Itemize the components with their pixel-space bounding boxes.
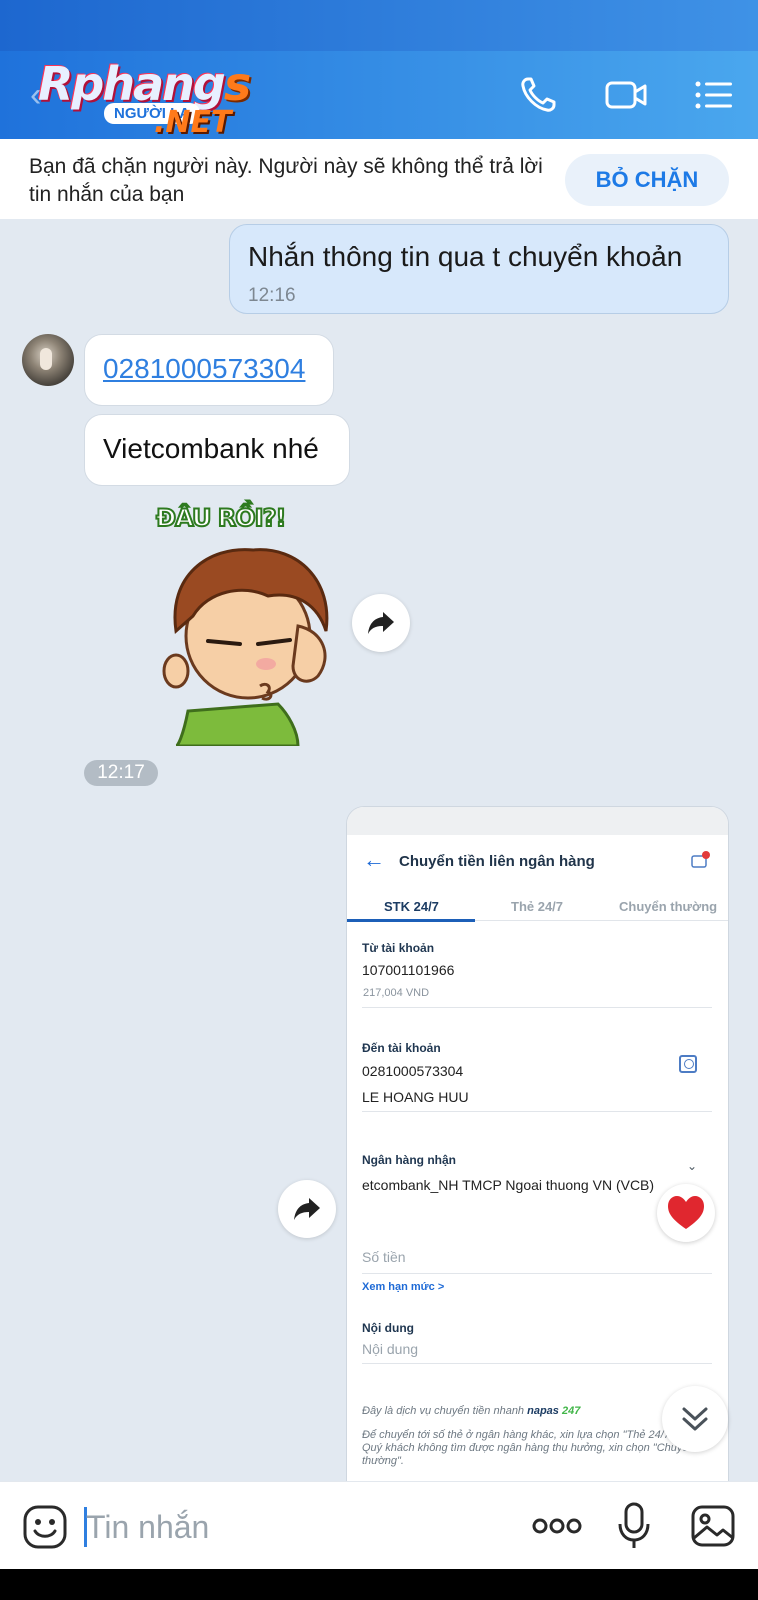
scroll-to-bottom-button[interactable]	[662, 1386, 728, 1452]
chat-header: ‹ Rphangs NGƯỜI LẠ .NET	[0, 51, 758, 140]
divider	[362, 1273, 712, 1274]
phone-icon[interactable]	[516, 73, 560, 117]
screenshot-tabs: STK 24/7 Thẻ 24/7 Chuyển thường	[347, 891, 728, 922]
logo-watermark: Rphangs NGƯỜI LẠ .NET	[34, 57, 274, 140]
screenshot-tab-the: Thẻ 24/7	[511, 899, 564, 914]
transfer-screenshot-image[interactable]: ← Chuyển tiền liên ngân hàng STK 24/7 Th…	[346, 806, 729, 1486]
forward-icon	[368, 612, 394, 634]
incoming-message-text: Vietcombank nhé	[103, 433, 319, 464]
forward-button[interactable]	[278, 1180, 336, 1238]
from-account-label: Từ tài khoản	[362, 941, 435, 955]
bank-label: Ngân hàng nhận	[362, 1153, 456, 1167]
screenshot-notification-icon	[691, 851, 710, 868]
image-icon[interactable]	[690, 1504, 736, 1548]
bank-value: etcombank_NH TMCP Ngoai thuong VN (VCB)	[362, 1177, 655, 1193]
more-dots-icon[interactable]	[532, 1516, 582, 1536]
sticker-caption: ĐÂU RỒI?!	[155, 503, 287, 533]
account-number-link[interactable]: 0281000573304	[103, 353, 305, 385]
blocked-notice-bar: Bạn đã chặn người này. Người này sẽ khôn…	[0, 139, 758, 219]
sticker-character-image	[162, 548, 329, 746]
outgoing-message-time: 12:16	[248, 285, 296, 306]
screenshot-status-strip	[347, 807, 728, 835]
logo-net-text: .NET	[154, 105, 232, 140]
service-note-text: Đây là dịch vụ chuyển tiền nhanh	[362, 1405, 525, 1417]
divider	[362, 1363, 712, 1364]
from-account-balance: 217,004 VND	[363, 987, 430, 999]
to-account-name: LE HOANG HUU	[362, 1089, 469, 1105]
double-chevron-down-icon	[682, 1407, 708, 1431]
screenshot-title: Chuyển tiền liên ngân hàng	[399, 853, 595, 870]
status-bar	[0, 0, 758, 51]
screenshot-tab-thuong: Chuyển thường	[619, 899, 718, 914]
microphone-icon[interactable]	[616, 1502, 652, 1550]
from-account-value: 107001101966	[362, 962, 455, 978]
sticker-message[interactable]: ĐÂU RỒI?!	[148, 496, 348, 746]
to-account-label: Đến tài khoản	[362, 1041, 441, 1055]
message-time-badge: 12:17	[84, 760, 158, 786]
message-composer	[0, 1481, 758, 1569]
reaction-button[interactable]	[657, 1184, 715, 1242]
forward-icon	[294, 1198, 320, 1220]
forward-button[interactable]	[352, 594, 410, 652]
to-account-value: 0281000573304	[362, 1063, 464, 1079]
outgoing-message-bubble[interactable]: Nhắn thông tin qua t chuyển khoản 12:16	[229, 224, 729, 314]
limit-link: Xem hạn mức >	[362, 1281, 445, 1293]
contact-book-icon	[679, 1055, 697, 1073]
menu-list-icon[interactable]	[692, 73, 736, 117]
logo-main-s: s	[223, 57, 251, 111]
napas-brand: napas	[527, 1405, 559, 1417]
screenshot-back-arrow-icon: ←	[363, 847, 385, 872]
incoming-message-bubble[interactable]: 0281000573304	[84, 334, 334, 406]
unblock-button[interactable]: BỎ CHẶN	[565, 154, 729, 206]
service-note-detail: Để chuyển tới số thẻ ở ngân hàng khác, x…	[362, 1429, 701, 1467]
screenshot-tab-stk: STK 24/7	[384, 899, 439, 914]
incoming-message-bubble[interactable]: Vietcombank nhé	[84, 414, 350, 486]
screenshot-tab-indicator	[347, 919, 475, 922]
message-input[interactable]	[86, 1504, 486, 1550]
amount-field: Số tiền	[362, 1249, 406, 1265]
system-navigation-bar	[0, 1569, 758, 1600]
service-note: Đây là dịch vụ chuyển tiền nhanh napas 2…	[362, 1405, 712, 1418]
emoji-icon[interactable]	[22, 1504, 68, 1550]
divider	[362, 1007, 712, 1008]
content-field: Nội dung	[362, 1341, 419, 1357]
outgoing-message-text: Nhắn thông tin qua t chuyển khoản	[248, 241, 683, 272]
content-label: Nội dung	[362, 1321, 414, 1335]
video-call-icon[interactable]	[604, 73, 648, 117]
contact-avatar[interactable]	[22, 334, 74, 386]
divider	[362, 1111, 712, 1112]
blocked-notice-text: Bạn đã chặn người này. Người này sẽ khôn…	[29, 155, 543, 206]
chevron-down-icon: ⌄	[687, 1159, 698, 1173]
napas-brand-247: 247	[561, 1405, 581, 1417]
heart-icon	[668, 1196, 704, 1229]
